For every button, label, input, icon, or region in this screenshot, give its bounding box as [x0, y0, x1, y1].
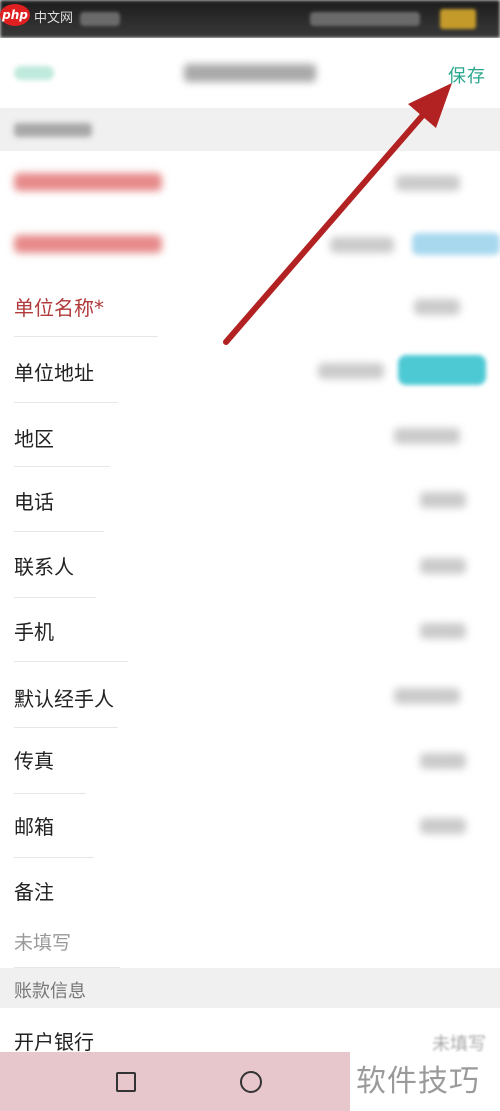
field-value: 未填写: [432, 1034, 486, 1052]
field-label: 备注: [14, 880, 54, 904]
system-nav-bar: [0, 1052, 350, 1111]
field-value-blurred: [420, 492, 466, 508]
section-header-basic: [0, 109, 500, 151]
form-row-email[interactable]: 邮箱: [0, 794, 500, 858]
locate-button[interactable]: [398, 355, 486, 385]
back-button[interactable]: [14, 66, 54, 80]
field-value-blurred: [394, 688, 460, 704]
form-row-contact[interactable]: 联系人: [0, 532, 500, 598]
home-icon[interactable]: [240, 1071, 262, 1093]
form-row-address[interactable]: 单位地址: [0, 337, 500, 403]
top-bar: 保存: [0, 38, 500, 109]
field-value-blurred: [414, 299, 460, 315]
section-title: 账款信息: [14, 981, 86, 1002]
page-title: [184, 64, 316, 82]
field-label: 默认经手人: [14, 687, 114, 711]
site-name: 中文网: [34, 11, 74, 26]
form-row-blurred-2[interactable]: [0, 213, 500, 275]
field-label: 联系人: [14, 555, 74, 579]
field-value-blurred: [330, 237, 394, 253]
php-logo: php: [0, 4, 30, 26]
field-value-blurred: [420, 753, 466, 769]
form-row-fax[interactable]: 传真: [0, 728, 500, 794]
status-bar: [0, 0, 500, 38]
field-label: 邮箱: [14, 815, 54, 839]
battery-icon: [440, 9, 476, 29]
recents-icon[interactable]: [116, 1072, 136, 1092]
field-value-blurred: [396, 175, 460, 191]
field-label: 电话: [14, 490, 54, 514]
field-label: 单位地址: [14, 361, 94, 385]
select-chip[interactable]: [412, 233, 500, 255]
field-label: 单位名称*: [14, 296, 104, 320]
form-row-region[interactable]: 地区: [0, 403, 500, 467]
required-label-blurred: [14, 235, 162, 253]
field-label: 开户银行: [14, 1030, 94, 1052]
status-blob: [80, 12, 120, 26]
field-value-blurred: [394, 428, 460, 444]
status-icons: [310, 12, 420, 26]
required-label-blurred: [14, 173, 162, 191]
form-row-bank[interactable]: 开户银行 未填写: [0, 1008, 500, 1052]
form-row-mobile[interactable]: 手机: [0, 598, 500, 662]
field-value-blurred: [318, 363, 384, 379]
field-value-blurred: [420, 818, 466, 834]
field-label: 手机: [14, 620, 54, 644]
watermark: 软件技巧: [350, 1052, 500, 1111]
form-row-default-handler[interactable]: 默认经手人: [0, 662, 500, 728]
form-row-company-name[interactable]: 单位名称*: [0, 275, 500, 337]
section-header-account: 账款信息: [0, 968, 500, 1008]
field-label: 地区: [14, 427, 54, 451]
section-title-blurred: [14, 123, 92, 137]
save-button[interactable]: 保存: [448, 62, 486, 88]
form-row-blurred-1[interactable]: [0, 151, 500, 213]
field-value-blurred: [420, 623, 466, 639]
field-value-blurred: [420, 558, 466, 574]
field-label: 传真: [14, 749, 54, 773]
form-row-phone[interactable]: 电话: [0, 467, 500, 532]
remark-placeholder[interactable]: 未填写: [14, 928, 71, 955]
form-row-remark[interactable]: 备注 未填写: [0, 858, 500, 968]
